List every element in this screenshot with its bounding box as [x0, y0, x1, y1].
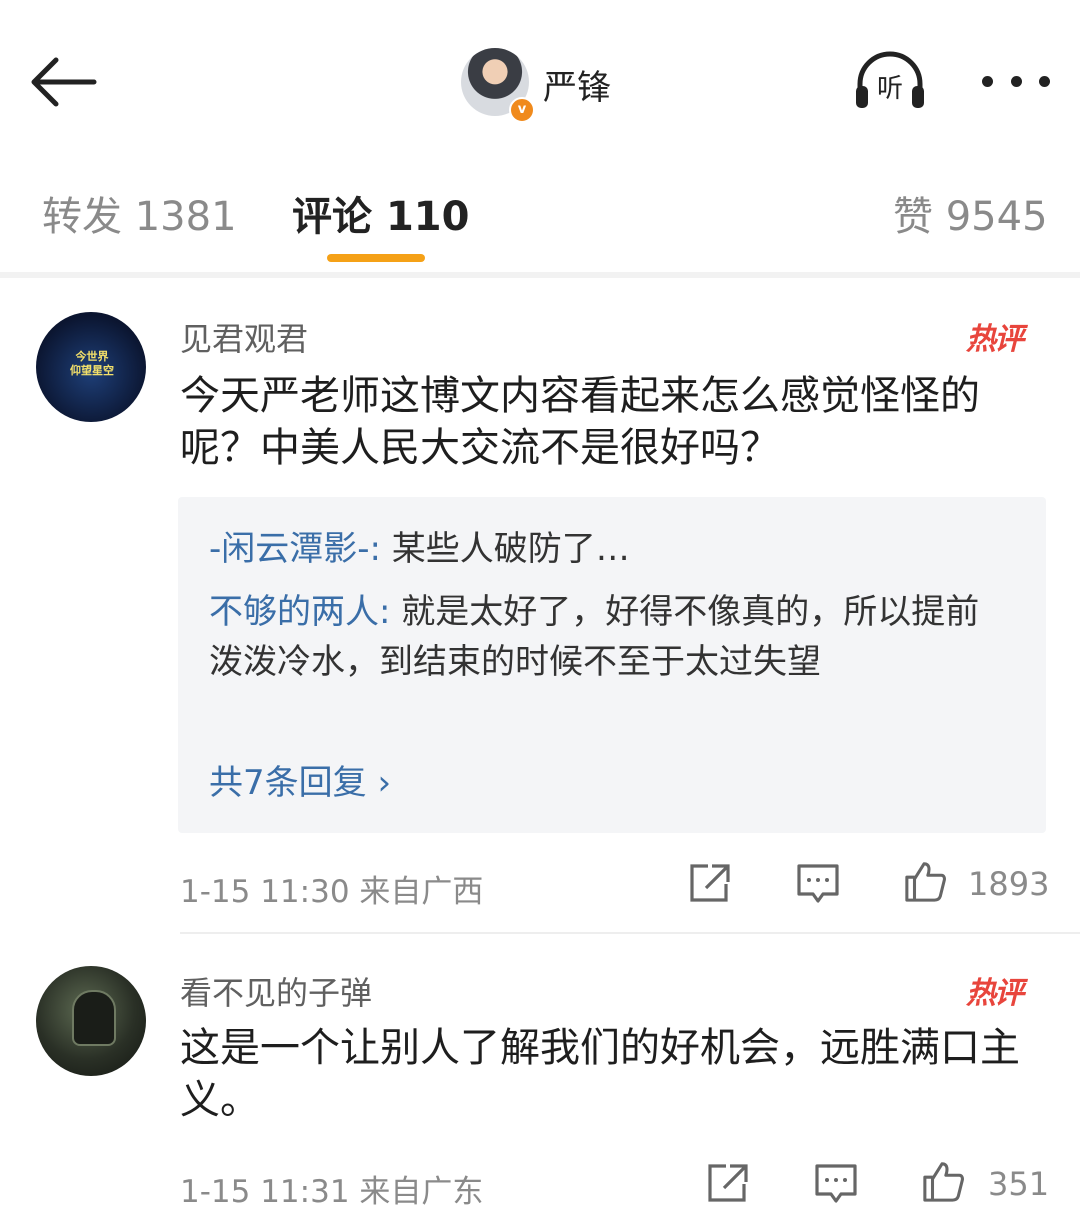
hot-comment-badge: 热评 [966, 322, 1024, 357]
comment-time: 1-15 11:30 [180, 874, 350, 910]
back-arrow-icon[interactable] [26, 52, 98, 112]
reply-item: 不够的两人: 就是太好了，好得不像真的，所以提前泼泼冷水，到结束的时候不至于太过… [209, 587, 999, 687]
tab-likes-count: 9545 [945, 194, 1048, 240]
share-icon[interactable] [704, 1162, 750, 1204]
verified-badge: v [509, 97, 535, 123]
commenter-name[interactable]: 见君观君 [180, 314, 308, 360]
thumbs-up-icon[interactable] [902, 860, 948, 902]
tab-reposts[interactable]: 转发 1381 [42, 184, 237, 242]
comment-meta: 1-15 11:31 来自广东 [180, 1166, 483, 1211]
share-icon[interactable] [686, 862, 732, 904]
reply-item: -闲云潭影-: 某些人破防了… [209, 524, 999, 574]
comment-time: 1-15 11:31 [180, 1174, 350, 1210]
active-tab-indicator [327, 254, 425, 262]
more-icon[interactable] [982, 62, 1050, 100]
avatar-text-line: 今世界 [75, 350, 109, 363]
hot-comment-badge: 热评 [966, 976, 1024, 1011]
reply-text: 某些人破防了… [381, 529, 630, 569]
tab-comments-count: 110 [385, 194, 470, 240]
comment-text: 这是一个让别人了解我们的好机会，远胜满口主义。 [180, 1025, 1020, 1123]
replies-box[interactable]: -闲云潭影-: 某些人破防了… 不够的两人: 就是太好了，好得不像真的，所以提前… [178, 497, 1046, 833]
reply-user[interactable]: -闲云潭影-: [209, 529, 381, 569]
section-divider [0, 272, 1080, 278]
reply-comment-icon[interactable] [795, 862, 841, 904]
listen-label: 听 [877, 74, 903, 104]
tab-comments-label: 评论 [292, 194, 372, 240]
comment-separator [180, 932, 1080, 934]
commenter-name[interactable]: 看不见的子弹 [180, 968, 372, 1014]
commenter-avatar[interactable] [36, 966, 146, 1076]
avatar-text-line: 仰望星空 [70, 364, 114, 377]
reply-comment-icon[interactable] [813, 1162, 859, 1204]
reply-user[interactable]: 不够的两人: [209, 592, 390, 632]
tab-reposts-count: 1381 [134, 194, 237, 240]
commenter-avatar[interactable]: 今世界 仰望星空 [36, 312, 146, 422]
tab-bar: 转发 1381 评论 110 赞 9545 [0, 150, 1080, 272]
comment-meta: 1-15 11:30 来自广西 [180, 866, 483, 911]
tab-reposts-label: 转发 [42, 194, 122, 240]
comment-location: 来自广东 [359, 1174, 484, 1210]
view-more-replies-link[interactable]: 共7条回复 › [209, 755, 391, 804]
tab-likes[interactable]: 赞 9545 [893, 184, 1048, 242]
like-count: 1893 [968, 865, 1050, 903]
listen-headphones-icon[interactable]: 听 [852, 50, 928, 112]
like-count: 351 [988, 1165, 1050, 1203]
top-bar: v 严锋 听 [0, 0, 1080, 150]
author-name[interactable]: 严锋 [543, 60, 611, 109]
tab-likes-label: 赞 [893, 194, 933, 240]
comment-location: 来自广西 [359, 874, 484, 910]
tab-comments[interactable]: 评论 110 [292, 184, 469, 242]
thumbs-up-icon[interactable] [920, 1160, 966, 1202]
comment-text: 今天严老师这博文内容看起来怎么感觉怪怪的呢？中美人民大交流不是很好吗？ [180, 373, 980, 471]
